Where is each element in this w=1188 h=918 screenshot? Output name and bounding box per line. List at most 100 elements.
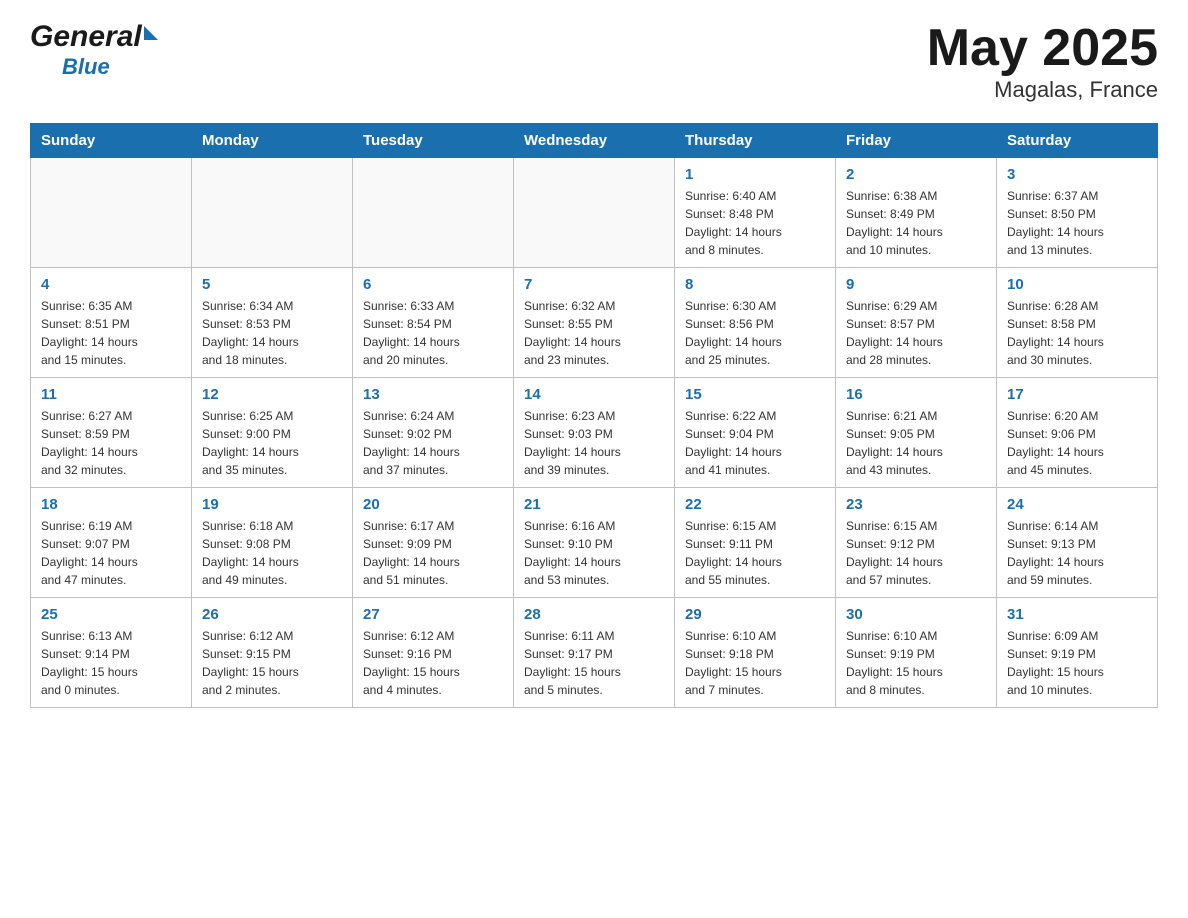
day-number: 27 bbox=[363, 606, 503, 623]
logo-general-text: General bbox=[30, 20, 142, 54]
day-info: Sunrise: 6:17 AM Sunset: 9:09 PM Dayligh… bbox=[363, 517, 503, 589]
calendar-day bbox=[192, 158, 353, 268]
page-header: General Blue May 2025 Magalas, France bbox=[30, 20, 1158, 103]
day-info: Sunrise: 6:16 AM Sunset: 9:10 PM Dayligh… bbox=[524, 517, 664, 589]
day-info: Sunrise: 6:33 AM Sunset: 8:54 PM Dayligh… bbox=[363, 297, 503, 369]
calendar-day bbox=[514, 158, 675, 268]
day-number: 28 bbox=[524, 606, 664, 623]
day-info: Sunrise: 6:40 AM Sunset: 8:48 PM Dayligh… bbox=[685, 187, 825, 259]
day-number: 31 bbox=[1007, 606, 1147, 623]
calendar-day: 4 Sunrise: 6:35 AM Sunset: 8:51 PM Daylig… bbox=[31, 268, 192, 378]
calendar-day: 14 Sunrise: 6:23 AM Sunset: 9:03 PM Dayli… bbox=[514, 378, 675, 488]
day-number: 16 bbox=[846, 386, 986, 403]
day-number: 2 bbox=[846, 166, 986, 183]
day-info: Sunrise: 6:34 AM Sunset: 8:53 PM Dayligh… bbox=[202, 297, 342, 369]
day-number: 20 bbox=[363, 496, 503, 513]
calendar-day: 22 Sunrise: 6:15 AM Sunset: 9:11 PM Dayli… bbox=[675, 488, 836, 598]
calendar-header-row: SundayMondayTuesdayWednesdayThursdayFrid… bbox=[31, 124, 1158, 158]
day-number: 21 bbox=[524, 496, 664, 513]
calendar-day: 23 Sunrise: 6:15 AM Sunset: 9:12 PM Dayli… bbox=[836, 488, 997, 598]
day-info: Sunrise: 6:23 AM Sunset: 9:03 PM Dayligh… bbox=[524, 407, 664, 479]
day-number: 13 bbox=[363, 386, 503, 403]
day-info: Sunrise: 6:21 AM Sunset: 9:05 PM Dayligh… bbox=[846, 407, 986, 479]
day-number: 19 bbox=[202, 496, 342, 513]
day-number: 9 bbox=[846, 276, 986, 293]
day-number: 10 bbox=[1007, 276, 1147, 293]
day-number: 25 bbox=[41, 606, 181, 623]
calendar-day: 6 Sunrise: 6:33 AM Sunset: 8:54 PM Daylig… bbox=[353, 268, 514, 378]
day-number: 5 bbox=[202, 276, 342, 293]
calendar-day bbox=[31, 158, 192, 268]
day-number: 11 bbox=[41, 386, 181, 403]
day-number: 18 bbox=[41, 496, 181, 513]
calendar-day: 18Sunrise: 6:19 AM Sunset: 9:07 PM Dayli… bbox=[31, 488, 192, 598]
calendar-day: 17Sunrise: 6:20 AM Sunset: 9:06 PM Dayli… bbox=[997, 378, 1158, 488]
day-number: 1 bbox=[685, 166, 825, 183]
calendar-day: 13 Sunrise: 6:24 AM Sunset: 9:02 PM Dayli… bbox=[353, 378, 514, 488]
logo-blue-text: Blue bbox=[62, 54, 110, 79]
day-info: Sunrise: 6:12 AM Sunset: 9:15 PM Dayligh… bbox=[202, 627, 342, 699]
calendar-week-row: 1 Sunrise: 6:40 AM Sunset: 8:48 PM Daylig… bbox=[31, 158, 1158, 268]
day-header-sunday: Sunday bbox=[31, 124, 192, 158]
calendar-day: 20 Sunrise: 6:17 AM Sunset: 9:09 PM Dayli… bbox=[353, 488, 514, 598]
day-info: Sunrise: 6:37 AM Sunset: 8:50 PM Dayligh… bbox=[1007, 187, 1147, 259]
calendar-day: 5 Sunrise: 6:34 AM Sunset: 8:53 PM Daylig… bbox=[192, 268, 353, 378]
title-section: May 2025 Magalas, France bbox=[927, 20, 1158, 103]
day-number: 24 bbox=[1007, 496, 1147, 513]
day-info: Sunrise: 6:20 AM Sunset: 9:06 PM Dayligh… bbox=[1007, 407, 1147, 479]
day-number: 23 bbox=[846, 496, 986, 513]
calendar-day: 27Sunrise: 6:12 AM Sunset: 9:16 PM Dayli… bbox=[353, 598, 514, 708]
day-info: Sunrise: 6:28 AM Sunset: 8:58 PM Dayligh… bbox=[1007, 297, 1147, 369]
calendar-week-row: 25 Sunrise: 6:13 AM Sunset: 9:14 PM Dayli… bbox=[31, 598, 1158, 708]
location-title: Magalas, France bbox=[927, 77, 1158, 103]
day-info: Sunrise: 6:30 AM Sunset: 8:56 PM Dayligh… bbox=[685, 297, 825, 369]
day-header-saturday: Saturday bbox=[997, 124, 1158, 158]
day-info: Sunrise: 6:13 AM Sunset: 9:14 PM Dayligh… bbox=[41, 627, 181, 699]
calendar-day: 26Sunrise: 6:12 AM Sunset: 9:15 PM Dayli… bbox=[192, 598, 353, 708]
logo: General Blue bbox=[30, 20, 158, 80]
day-info: Sunrise: 6:10 AM Sunset: 9:19 PM Dayligh… bbox=[846, 627, 986, 699]
calendar-day: 28 Sunrise: 6:11 AM Sunset: 9:17 PM Dayli… bbox=[514, 598, 675, 708]
day-number: 8 bbox=[685, 276, 825, 293]
day-info: Sunrise: 6:15 AM Sunset: 9:11 PM Dayligh… bbox=[685, 517, 825, 589]
calendar-day: 1 Sunrise: 6:40 AM Sunset: 8:48 PM Daylig… bbox=[675, 158, 836, 268]
day-number: 22 bbox=[685, 496, 825, 513]
calendar-day: 29Sunrise: 6:10 AM Sunset: 9:18 PM Dayli… bbox=[675, 598, 836, 708]
day-info: Sunrise: 6:32 AM Sunset: 8:55 PM Dayligh… bbox=[524, 297, 664, 369]
calendar-day: 15Sunrise: 6:22 AM Sunset: 9:04 PM Dayli… bbox=[675, 378, 836, 488]
day-header-friday: Friday bbox=[836, 124, 997, 158]
day-number: 12 bbox=[202, 386, 342, 403]
calendar-day: 2 Sunrise: 6:38 AM Sunset: 8:49 PM Daylig… bbox=[836, 158, 997, 268]
day-header-thursday: Thursday bbox=[675, 124, 836, 158]
day-number: 14 bbox=[524, 386, 664, 403]
calendar-table: SundayMondayTuesdayWednesdayThursdayFrid… bbox=[30, 123, 1158, 708]
day-info: Sunrise: 6:11 AM Sunset: 9:17 PM Dayligh… bbox=[524, 627, 664, 699]
day-header-wednesday: Wednesday bbox=[514, 124, 675, 158]
day-header-tuesday: Tuesday bbox=[353, 124, 514, 158]
day-number: 4 bbox=[41, 276, 181, 293]
calendar-day: 9Sunrise: 6:29 AM Sunset: 8:57 PM Daylig… bbox=[836, 268, 997, 378]
day-info: Sunrise: 6:38 AM Sunset: 8:49 PM Dayligh… bbox=[846, 187, 986, 259]
day-info: Sunrise: 6:10 AM Sunset: 9:18 PM Dayligh… bbox=[685, 627, 825, 699]
calendar-day: 21 Sunrise: 6:16 AM Sunset: 9:10 PM Dayli… bbox=[514, 488, 675, 598]
calendar-day: 24 Sunrise: 6:14 AM Sunset: 9:13 PM Dayli… bbox=[997, 488, 1158, 598]
calendar-day: 10 Sunrise: 6:28 AM Sunset: 8:58 PM Dayli… bbox=[997, 268, 1158, 378]
calendar-day bbox=[353, 158, 514, 268]
day-info: Sunrise: 6:24 AM Sunset: 9:02 PM Dayligh… bbox=[363, 407, 503, 479]
calendar-day: 11Sunrise: 6:27 AM Sunset: 8:59 PM Dayli… bbox=[31, 378, 192, 488]
calendar-day: 30Sunrise: 6:10 AM Sunset: 9:19 PM Dayli… bbox=[836, 598, 997, 708]
calendar-day: 19Sunrise: 6:18 AM Sunset: 9:08 PM Dayli… bbox=[192, 488, 353, 598]
day-number: 6 bbox=[363, 276, 503, 293]
day-number: 7 bbox=[524, 276, 664, 293]
calendar-week-row: 4 Sunrise: 6:35 AM Sunset: 8:51 PM Daylig… bbox=[31, 268, 1158, 378]
day-info: Sunrise: 6:09 AM Sunset: 9:19 PM Dayligh… bbox=[1007, 627, 1147, 699]
calendar-day: 8 Sunrise: 6:30 AM Sunset: 8:56 PM Daylig… bbox=[675, 268, 836, 378]
day-info: Sunrise: 6:15 AM Sunset: 9:12 PM Dayligh… bbox=[846, 517, 986, 589]
calendar-day: 25 Sunrise: 6:13 AM Sunset: 9:14 PM Dayli… bbox=[31, 598, 192, 708]
day-info: Sunrise: 6:35 AM Sunset: 8:51 PM Dayligh… bbox=[41, 297, 181, 369]
calendar-day: 16 Sunrise: 6:21 AM Sunset: 9:05 PM Dayli… bbox=[836, 378, 997, 488]
calendar-week-row: 11Sunrise: 6:27 AM Sunset: 8:59 PM Dayli… bbox=[31, 378, 1158, 488]
day-number: 15 bbox=[685, 386, 825, 403]
day-info: Sunrise: 6:14 AM Sunset: 9:13 PM Dayligh… bbox=[1007, 517, 1147, 589]
month-title: May 2025 bbox=[927, 20, 1158, 77]
